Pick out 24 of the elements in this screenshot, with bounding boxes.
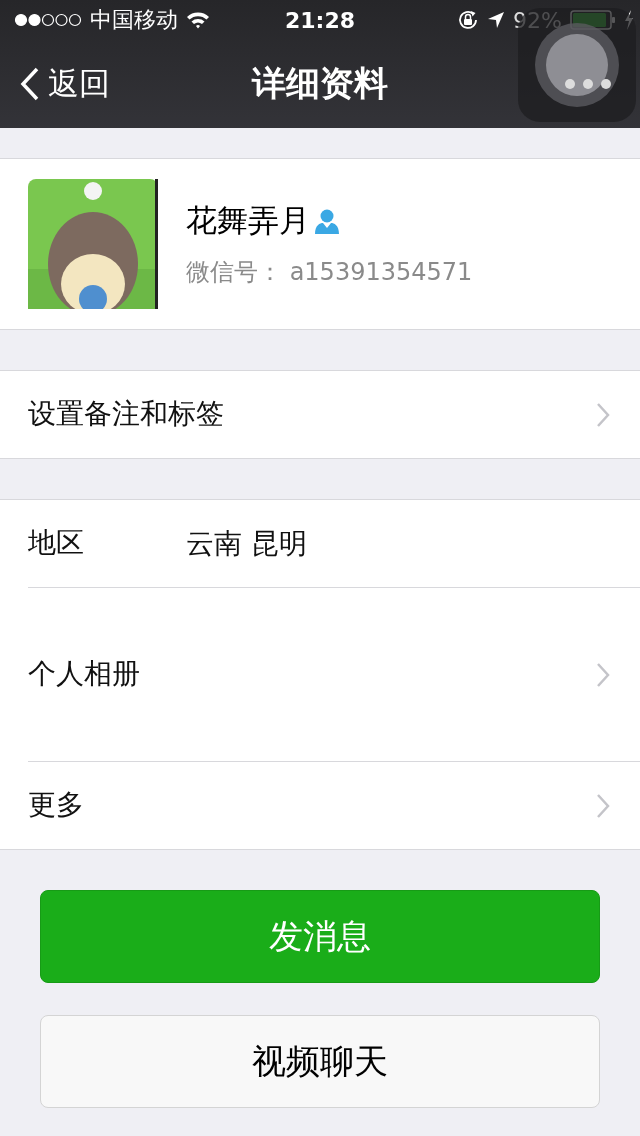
location-arrow-icon xyxy=(487,11,506,29)
row-label: 设置备注和标签 xyxy=(28,396,224,433)
back-chevron-icon xyxy=(20,67,40,101)
row-value: 云南 昆明 xyxy=(186,525,307,562)
back-button[interactable]: 返回 xyxy=(0,63,110,105)
wechat-id: 微信号： a15391354571 xyxy=(186,257,473,288)
carrier-name: 中国移动 xyxy=(90,6,178,34)
action-button[interactable]: 视频聊天 xyxy=(40,1015,600,1108)
signal-icon xyxy=(14,13,82,27)
chevron-right-icon xyxy=(596,661,610,688)
row-label: 个人相册 xyxy=(28,656,141,693)
chevron-right-icon xyxy=(596,792,610,819)
rotation-lock-icon xyxy=(457,9,480,31)
row-label: 地区 xyxy=(28,525,85,562)
list-row[interactable]: 地区 云南 昆明 xyxy=(28,500,640,587)
list-row[interactable]: 个人相册 xyxy=(28,587,640,761)
more-icon[interactable] xyxy=(564,78,612,90)
page-title: 详细资料 xyxy=(252,62,388,105)
clock-time: 21:28 xyxy=(285,7,355,33)
row-label: 更多 xyxy=(28,787,85,824)
wifi-icon xyxy=(186,11,210,29)
chevron-right-icon xyxy=(596,401,610,428)
list-row[interactable]: 更多 xyxy=(28,761,640,849)
contact-name: 花舞弄月 xyxy=(186,201,310,240)
